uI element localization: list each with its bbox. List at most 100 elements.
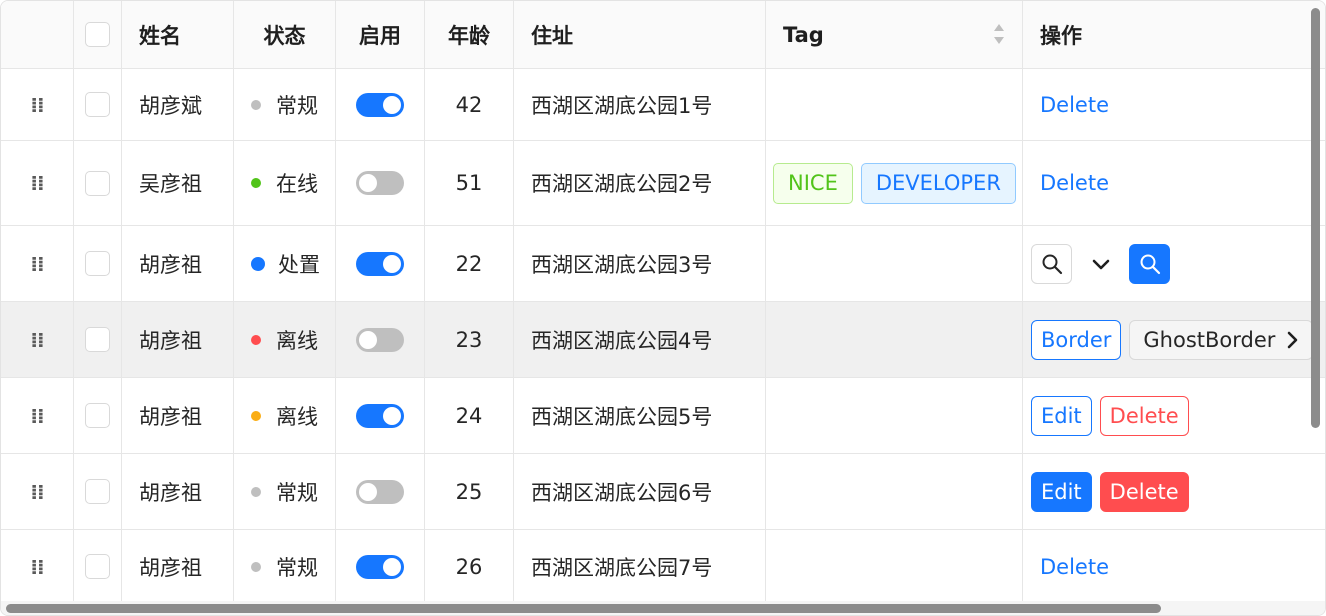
select-cell: [74, 302, 122, 377]
age-cell: 22: [425, 226, 514, 301]
delete-button[interactable]: Delete: [1099, 395, 1189, 436]
drag-handle-icon[interactable]: ⁞⁞: [30, 480, 44, 504]
table-row: ⁞⁞ 胡彦祖 离线 23 西湖区湖底公园4号 Border GhostBorde…: [1, 302, 1325, 378]
column-header-tag[interactable]: Tag: [766, 1, 1023, 68]
enabled-toggle[interactable]: [356, 251, 404, 276]
address-cell: 西湖区湖底公园3号: [514, 226, 766, 301]
status-label: 离线: [276, 404, 318, 429]
enabled-toggle[interactable]: [356, 479, 404, 504]
tag-cell: [766, 454, 1023, 529]
vertical-scrollbar-thumb[interactable]: [1311, 8, 1320, 428]
chevron-right-icon: [1288, 331, 1298, 348]
table-row: ⁞⁞ 吴彦祖 在线 51 西湖区湖底公园2号 NICE DEVELOPER De…: [1, 141, 1325, 226]
horizontal-scrollbar-thumb[interactable]: [6, 604, 1161, 613]
row-checkbox[interactable]: [85, 92, 110, 117]
address-cell: 西湖区湖底公园1号: [514, 69, 766, 140]
action-cell: Edit Delete: [1023, 454, 1325, 529]
status-cell: 在线: [234, 141, 336, 225]
age-cell: 23: [425, 302, 514, 377]
status-dot-icon: [251, 256, 265, 271]
drag-handle-icon[interactable]: ⁞⁞: [30, 252, 44, 276]
status-dot-icon: [251, 410, 261, 421]
delete-link[interactable]: Delete: [1040, 555, 1109, 579]
delete-link[interactable]: Delete: [1040, 93, 1109, 117]
tag-cell: [766, 530, 1023, 603]
enabled-toggle[interactable]: [356, 171, 404, 195]
drag-handle-icon[interactable]: ⁞⁞: [30, 93, 44, 117]
status-cell: 常规: [234, 530, 336, 603]
enabled-toggle[interactable]: [356, 92, 404, 117]
age-cell: 25: [425, 454, 514, 529]
drag-cell: ⁞⁞: [1, 378, 74, 453]
enabled-cell: [336, 69, 425, 140]
sort-icon[interactable]: [993, 23, 1005, 45]
name-cell: 胡彦祖: [122, 454, 234, 529]
search-icon: [1140, 254, 1160, 274]
delete-button[interactable]: Delete: [1099, 471, 1189, 512]
enabled-toggle[interactable]: [356, 403, 404, 428]
edit-button[interactable]: Edit: [1031, 471, 1092, 512]
column-header-address[interactable]: 住址: [514, 1, 766, 68]
table-row: ⁞⁞ 胡彦祖 常规 25 西湖区湖底公园6号 Edit Delete: [1, 454, 1325, 530]
action-cell: Delete: [1023, 69, 1325, 140]
tag-nice: NICE: [773, 162, 853, 204]
address-cell: 西湖区湖底公园2号: [514, 141, 766, 225]
drag-handle-icon[interactable]: ⁞⁞: [30, 171, 44, 195]
vertical-scrollbar[interactable]: [1305, 1, 1325, 615]
column-header-age[interactable]: 年龄: [425, 1, 514, 68]
ghost-border-label: GhostBorder: [1143, 327, 1276, 352]
tag-cell: [766, 378, 1023, 453]
row-checkbox[interactable]: [85, 554, 110, 579]
column-header-tag-label: Tag: [783, 22, 824, 47]
status-label: 在线: [276, 172, 318, 196]
row-checkbox[interactable]: [85, 403, 110, 428]
column-header-name[interactable]: 姓名: [122, 1, 234, 68]
age-cell: 26: [425, 530, 514, 603]
column-header-enabled[interactable]: 启用: [336, 1, 425, 68]
delete-link[interactable]: Delete: [1040, 171, 1109, 195]
select-cell: [74, 454, 122, 529]
drag-cell: ⁞⁞: [1, 454, 74, 529]
row-checkbox[interactable]: [85, 327, 110, 352]
enabled-toggle[interactable]: [356, 327, 404, 352]
status-label: 常规: [276, 555, 318, 580]
enabled-toggle[interactable]: [356, 554, 404, 579]
enabled-cell: [336, 378, 425, 453]
address-cell: 西湖区湖底公园7号: [514, 530, 766, 603]
search-icon-button[interactable]: [1031, 243, 1072, 284]
action-cell: Delete: [1023, 141, 1325, 225]
status-dot-icon: [251, 334, 261, 345]
status-dot-icon: [251, 486, 261, 497]
status-cell: 常规: [234, 454, 336, 529]
chevron-down-icon: [1092, 259, 1109, 269]
row-checkbox[interactable]: [85, 251, 110, 276]
drag-cell: ⁞⁞: [1, 69, 74, 140]
tag-developer: DEVELOPER: [860, 162, 1016, 204]
drag-cell: ⁞⁞: [1, 141, 74, 225]
status-dot-icon: [251, 561, 261, 572]
dropdown-button[interactable]: [1080, 243, 1121, 284]
address-cell: 西湖区湖底公园4号: [514, 302, 766, 377]
column-header-status[interactable]: 状态: [234, 1, 336, 68]
row-checkbox[interactable]: [85, 170, 110, 196]
horizontal-scrollbar[interactable]: [1, 601, 1325, 615]
action-cell: Border GhostBorder: [1023, 302, 1325, 377]
name-cell: 胡彦祖: [122, 378, 234, 453]
name-cell: 胡彦斌: [122, 69, 234, 140]
drag-handle-icon[interactable]: ⁞⁞: [30, 555, 44, 579]
status-dot-icon: [251, 99, 261, 110]
tag-cell: [766, 226, 1023, 301]
row-checkbox[interactable]: [85, 479, 110, 504]
select-cell: [74, 226, 122, 301]
border-button[interactable]: Border: [1031, 319, 1122, 360]
enabled-cell: [336, 530, 425, 603]
search-primary-button[interactable]: [1129, 243, 1170, 284]
edit-button[interactable]: Edit: [1031, 395, 1092, 436]
drag-handle-icon[interactable]: ⁞⁞: [30, 328, 44, 352]
name-cell: 胡彦祖: [122, 530, 234, 603]
drag-cell: ⁞⁞: [1, 226, 74, 301]
ghost-border-button[interactable]: GhostBorder: [1129, 319, 1314, 360]
tag-cell: [766, 302, 1023, 377]
drag-handle-icon[interactable]: ⁞⁞: [30, 404, 44, 428]
select-all-checkbox[interactable]: [85, 22, 110, 47]
